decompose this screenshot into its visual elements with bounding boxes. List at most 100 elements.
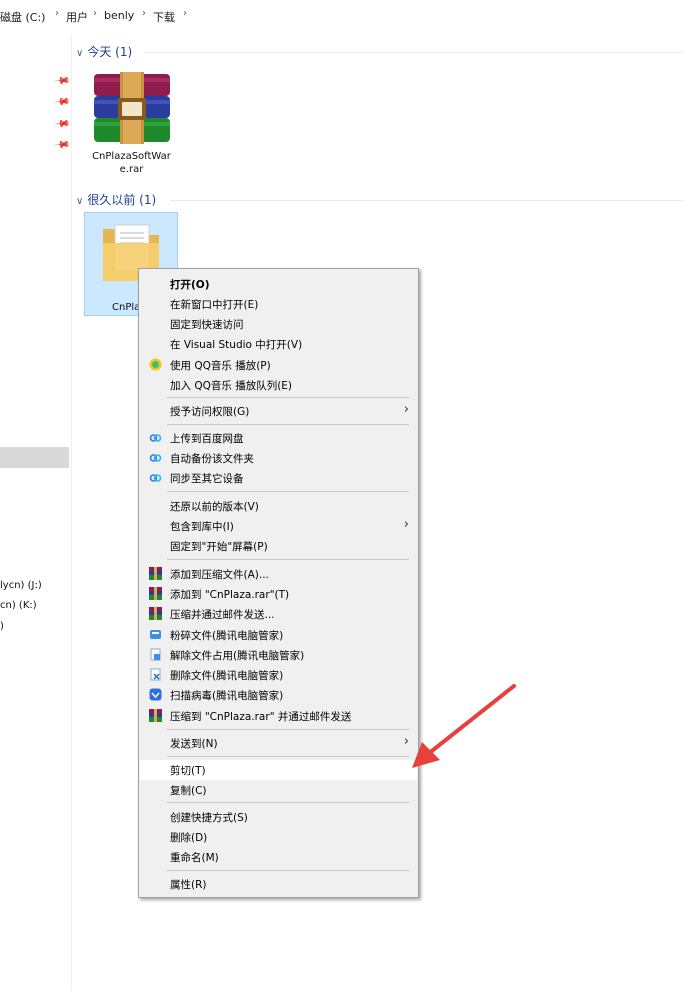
group-divider (144, 52, 684, 53)
address-breadcrumb[interactable]: 磁盘 (C:) › 用户 › benly › 下载 › (0, 0, 686, 35)
unlock-file-icon (150, 648, 161, 661)
breadcrumb-item-users[interactable]: 用户 (66, 9, 88, 25)
menu-item-add-archive[interactable]: 添加到压缩文件(A)... (140, 564, 417, 584)
chevron-right-icon[interactable]: › (183, 8, 187, 19)
menu-item-label: 固定到快速访问 (170, 319, 244, 331)
menu-item-label: 在 Visual Studio 中打开(V) (170, 339, 303, 351)
menu-item-open-new-window[interactable]: 在新窗口中打开(E) (140, 294, 417, 314)
menu-item-auto-backup[interactable]: 自动备份该文件夹 (140, 448, 417, 468)
menu-item-label: 使用 QQ音乐 播放(P) (170, 360, 271, 372)
group-divider (170, 200, 684, 201)
nav-item-drive-k[interactable]: cn) (K:) (0, 600, 37, 611)
menu-separator (167, 491, 409, 492)
menu-item-label: 上传到百度网盘 (170, 433, 244, 445)
breadcrumb-item-downloads[interactable]: 下载 (153, 9, 175, 25)
winrar-icon (149, 607, 162, 620)
menu-item-label: 创建快捷方式(S) (170, 812, 248, 824)
menu-item-add-to-rar[interactable]: 添加到 "CnPlaza.rar"(T) (140, 584, 417, 604)
menu-item-label: 压缩到 "CnPlaza.rar" 并通过邮件发送 (170, 711, 352, 723)
menu-item-pin-quick-access[interactable]: 固定到快速访问 (140, 314, 417, 334)
menu-item-label: 属性(R) (170, 879, 207, 891)
menu-separator (167, 424, 409, 425)
menu-separator (167, 756, 409, 757)
menu-item-virus-scan[interactable]: 扫描病毒(腾讯电脑管家) (140, 685, 417, 705)
virus-scan-icon (149, 688, 162, 701)
menu-item-label: 自动备份该文件夹 (170, 453, 254, 465)
file-name-line2: e.rar (119, 164, 144, 175)
menu-item-label: 粉碎文件(腾讯电脑管家) (170, 630, 284, 642)
winrar-icon (149, 709, 162, 722)
menu-item-label: 固定到"开始"屏幕(P) (170, 541, 268, 553)
menu-item-label: 发送到(N) (170, 738, 218, 750)
chevron-down-icon[interactable]: ∨ (76, 196, 83, 207)
menu-item-label: 删除(D) (170, 832, 208, 844)
menu-item-delete-file-tencent[interactable]: 删除文件(腾讯电脑管家) (140, 665, 417, 685)
menu-item-copy[interactable]: 复制(C) (140, 780, 417, 800)
menu-item-label: 删除文件(腾讯电脑管家) (170, 670, 284, 682)
shred-icon (150, 630, 161, 639)
menu-item-compress-rar-email[interactable]: 压缩到 "CnPlaza.rar" 并通过邮件发送 (140, 706, 417, 726)
group-label-long-ago: 很久以前 (1) (87, 193, 157, 207)
navigation-pane[interactable]: 📌 📌 📌 📌 lycn) (J:) cn) (K:) ) (0, 34, 72, 991)
menu-item-compress-email[interactable]: 压缩并通过邮件发送... (140, 604, 417, 624)
file-item-rar[interactable]: CnPlazaSoftWar e.rar (84, 66, 179, 186)
menu-item-upload-baidu[interactable]: 上传到百度网盘 (140, 428, 417, 448)
nav-item-selected[interactable] (0, 447, 69, 468)
breadcrumb-item-benly[interactable]: benly (104, 9, 134, 22)
menu-item-send-to[interactable]: 发送到(N) › (140, 733, 417, 753)
breadcrumb-item-drive[interactable]: 磁盘 (C:) (0, 9, 45, 25)
chevron-right-icon[interactable]: › (55, 8, 59, 19)
menu-item-qq-music-play[interactable]: 使用 QQ音乐 播放(P) (140, 355, 417, 375)
context-menu[interactable]: 打开(O) 在新窗口中打开(E) 固定到快速访问 在 Visual Studio… (138, 268, 419, 898)
menu-separator (167, 397, 409, 398)
menu-item-pin-start[interactable]: 固定到"开始"屏幕(P) (140, 536, 417, 556)
menu-item-restore-versions[interactable]: 还原以前的版本(V) (140, 496, 417, 516)
menu-item-open[interactable]: 打开(O) (140, 274, 417, 294)
menu-item-label: 重命名(M) (170, 852, 219, 864)
menu-item-properties[interactable]: 属性(R) (140, 874, 417, 894)
chevron-right-icon: › (403, 517, 409, 532)
menu-item-delete[interactable]: 删除(D) (140, 827, 417, 847)
menu-item-rename[interactable]: 重命名(M) (140, 847, 417, 867)
pin-icon: 📌 (53, 116, 71, 133)
chevron-right-icon: › (403, 402, 409, 417)
group-header-long-ago[interactable]: ∨ 很久以前 (1) (76, 191, 156, 207)
winrar-archive-icon (93, 72, 170, 144)
winrar-icon (149, 567, 162, 580)
menu-item-label: 添加到压缩文件(A)... (170, 569, 269, 581)
baidu-netdisk-icon (149, 454, 162, 462)
chevron-down-icon[interactable]: ∨ (76, 48, 83, 59)
menu-item-create-shortcut[interactable]: 创建快捷方式(S) (140, 807, 417, 827)
menu-item-label: 解除文件占用(腾讯电脑管家) (170, 650, 305, 662)
menu-item-label: 剪切(T) (170, 765, 206, 777)
menu-item-label: 包含到库中(I) (170, 521, 234, 533)
file-name-line1: CnPlazaSoftWar (92, 151, 171, 162)
menu-item-label: 添加到 "CnPlaza.rar"(T) (170, 589, 290, 601)
menu-item-open-visual-studio[interactable]: 在 Visual Studio 中打开(V) (140, 334, 417, 354)
menu-item-label: 授予访问权限(G) (170, 406, 250, 418)
menu-item-label: 同步至其它设备 (170, 473, 244, 485)
menu-item-sync-devices[interactable]: 同步至其它设备 (140, 468, 417, 488)
delete-file-icon (150, 668, 161, 681)
menu-item-cut[interactable]: 剪切(T) (140, 760, 417, 780)
nav-item-drive-other[interactable]: ) (0, 621, 4, 632)
menu-item-label: 复制(C) (170, 785, 207, 797)
menu-item-unlock-file[interactable]: 解除文件占用(腾讯电脑管家) (140, 645, 417, 665)
menu-separator (167, 559, 409, 560)
menu-item-include-library[interactable]: 包含到库中(I) › (140, 516, 417, 536)
nav-item-drive-j[interactable]: lycn) (J:) (0, 580, 42, 591)
winrar-icon (149, 587, 162, 600)
menu-item-qq-music-queue[interactable]: 加入 QQ音乐 播放队列(E) (140, 375, 417, 395)
chevron-right-icon[interactable]: › (142, 8, 146, 19)
folder-name: CnPla (112, 302, 141, 313)
pin-icon: 📌 (53, 94, 71, 111)
menu-item-label: 加入 QQ音乐 播放队列(E) (170, 380, 293, 392)
qq-music-icon (149, 358, 162, 371)
group-header-today[interactable]: ∨ 今天 (1) (76, 43, 132, 59)
chevron-right-icon[interactable]: › (93, 8, 97, 19)
menu-item-shred-file[interactable]: 粉碎文件(腾讯电脑管家) (140, 625, 417, 645)
menu-item-grant-access[interactable]: 授予访问权限(G) › (140, 401, 417, 421)
pin-icon: 📌 (53, 73, 71, 90)
annotation-arrow-icon (412, 684, 516, 768)
menu-item-label: 扫描病毒(腾讯电脑管家) (170, 690, 284, 702)
